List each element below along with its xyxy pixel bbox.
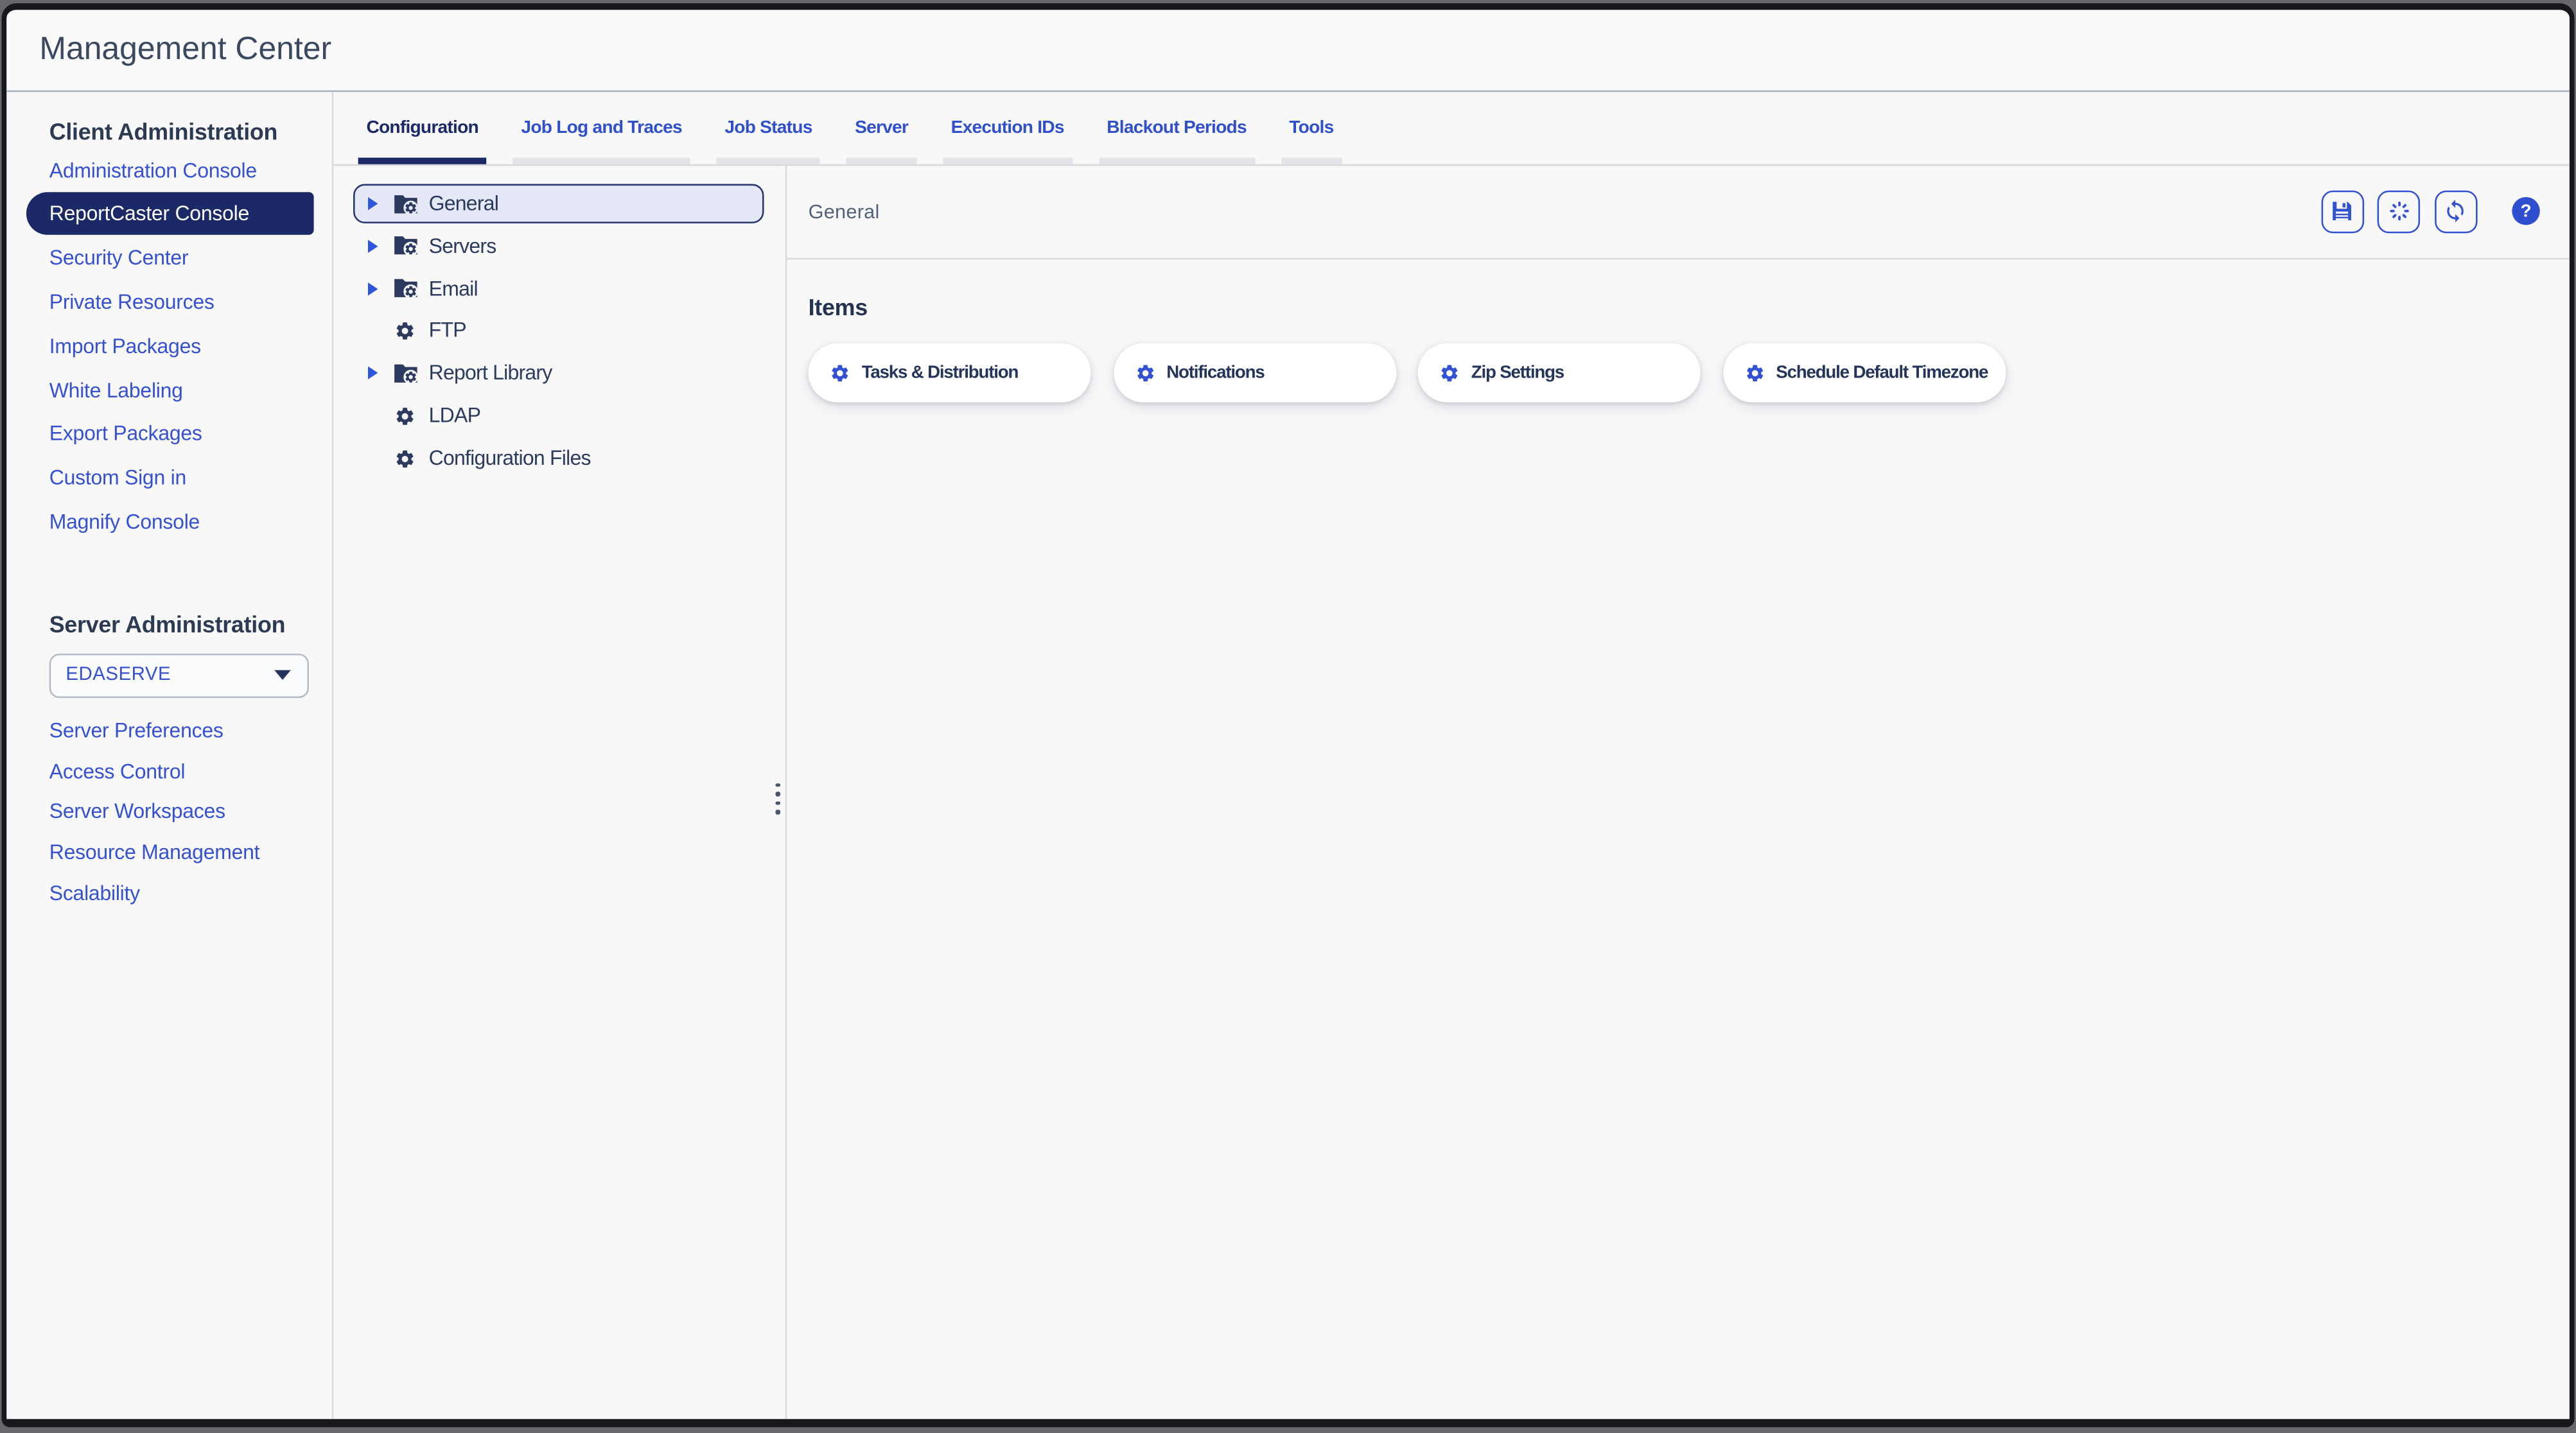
tab-blackout-periods[interactable]: Blackout Periods — [1098, 91, 1254, 164]
configuration-tree: General Servers Email — [333, 165, 787, 1419]
sidebar-item-security-center[interactable]: Security Center — [6, 236, 332, 280]
sidebar-item-custom-sign-in[interactable]: Custom Sign in — [6, 456, 332, 501]
sidebar-item-white-labeling[interactable]: White Labeling — [6, 368, 332, 412]
tab-server[interactable]: Server — [846, 91, 916, 164]
tree-item-label: FTP — [429, 319, 466, 342]
card-schedule-default-timezone[interactable]: Schedule Default Timezone — [1722, 343, 2005, 403]
tree-item-general[interactable]: General — [353, 183, 764, 223]
detail-panel-body: Items Tasks & Distribution Notifications — [787, 259, 2570, 403]
tree-item-label: General — [429, 192, 498, 215]
sidebar: Client Administration Administration Con… — [6, 91, 333, 1419]
tab-job-status[interactable]: Job Status — [717, 91, 821, 164]
app-header: Management Center — [6, 9, 2570, 91]
tab-configuration[interactable]: Configuration — [358, 91, 487, 164]
tree-item-label: Servers — [429, 234, 496, 257]
detail-toolbar: ? — [2320, 190, 2540, 233]
tree-item-servers[interactable]: Servers — [353, 225, 764, 266]
sidebar-item-access-control[interactable]: Access Control — [6, 751, 332, 792]
sidebar-item-scalability[interactable]: Scalability — [6, 873, 332, 913]
sidebar-item-private-resources[interactable]: Private Resources — [6, 280, 332, 324]
card-label: Notifications — [1166, 363, 1264, 383]
chevron-down-icon — [274, 670, 291, 680]
tree-item-label: Report Library — [429, 362, 552, 385]
sidebar-item-server-workspaces[interactable]: Server Workspaces — [6, 792, 332, 832]
tree-item-report-library[interactable]: Report Library — [353, 353, 764, 394]
save-button[interactable] — [2320, 190, 2363, 233]
stage: Management Center Client Administration … — [0, 0, 2576, 1433]
tree-item-configuration-files[interactable]: Configuration Files — [353, 439, 764, 479]
card-zip-settings[interactable]: Zip Settings — [1418, 343, 1701, 403]
card-label: Tasks & Distribution — [862, 363, 1018, 383]
folder-gear-icon — [391, 234, 419, 257]
expand-arrow-icon[interactable] — [368, 367, 389, 379]
gear-icon — [1134, 363, 1155, 383]
client-administration-list: Administration Console ReportCaster Cons… — [6, 149, 332, 545]
body-row: General Servers Email — [333, 165, 2570, 1419]
server-select-value: EDASERVE — [66, 665, 171, 685]
tab-execution-ids[interactable]: Execution IDs — [943, 91, 1073, 164]
items-card-row: Tasks & Distribution Notifications Zip S… — [809, 343, 2570, 403]
sidebar-item-export-packages[interactable]: Export Packages — [6, 412, 332, 456]
sidebar-item-import-packages[interactable]: Import Packages — [6, 324, 332, 368]
folder-gear-icon — [391, 191, 419, 215]
server-administration-list: Server Preferences Access Control Server… — [6, 711, 332, 914]
sidebar-item-resource-management[interactable]: Resource Management — [6, 832, 332, 873]
client-administration-heading: Client Administration — [49, 117, 332, 145]
sidebar-item-administration-console[interactable]: Administration Console — [6, 149, 332, 193]
refresh-button[interactable] — [2434, 190, 2477, 233]
card-label: Schedule Default Timezone — [1776, 363, 1988, 383]
tree-item-email[interactable]: Email — [353, 268, 764, 309]
save-icon — [2329, 199, 2354, 223]
detail-panel: General ? — [787, 165, 2570, 1419]
expand-arrow-icon[interactable] — [368, 282, 389, 295]
server-administration-heading: Server Administration — [49, 611, 332, 638]
gear-icon — [1744, 363, 1764, 383]
detail-panel-header: General ? — [787, 165, 2570, 259]
sidebar-item-server-preferences[interactable]: Server Preferences — [6, 711, 332, 751]
tab-job-log-and-traces[interactable]: Job Log and Traces — [513, 91, 690, 164]
gear-icon — [391, 447, 419, 469]
tree-item-label: Email — [429, 277, 478, 300]
server-administration-section: Server Administration EDASERVE Server Pr… — [6, 611, 332, 914]
panel-splitter-handle[interactable] — [776, 783, 780, 815]
sidebar-item-magnify-console[interactable]: Magnify Console — [6, 501, 332, 545]
items-heading: Items — [809, 294, 2570, 320]
folder-gear-icon — [391, 276, 419, 300]
card-notifications[interactable]: Notifications — [1113, 343, 1396, 403]
gear-icon — [1439, 363, 1460, 383]
refresh-icon — [2443, 199, 2467, 223]
page-title: Management Center — [39, 30, 331, 68]
expand-arrow-icon[interactable] — [368, 239, 389, 252]
busy-spinner-button[interactable] — [2378, 190, 2421, 233]
tree-item-label: LDAP — [429, 404, 481, 428]
card-label: Zip Settings — [1471, 363, 1564, 383]
folder-gear-icon — [391, 361, 419, 385]
expand-arrow-icon[interactable] — [368, 196, 389, 209]
help-button[interactable]: ? — [2512, 198, 2539, 225]
content-column: Configuration Job Log and Traces Job Sta… — [333, 91, 2570, 1419]
gear-icon — [391, 405, 419, 426]
gear-icon — [391, 320, 419, 342]
card-tasks-and-distribution[interactable]: Tasks & Distribution — [809, 343, 1091, 403]
main-area: Client Administration Administration Con… — [6, 91, 2570, 1419]
busy-spinner-icon — [2387, 199, 2411, 223]
detail-panel-title: General — [809, 200, 880, 223]
app-window: Management Center Client Administration … — [2, 3, 2575, 1427]
question-mark-icon: ? — [2520, 202, 2531, 221]
tree-item-ftp[interactable]: FTP — [353, 311, 764, 351]
tab-bar: Configuration Job Log and Traces Job Sta… — [333, 91, 2570, 165]
tree-item-ldap[interactable]: LDAP — [353, 395, 764, 436]
tree-item-label: Configuration Files — [429, 447, 591, 470]
sidebar-item-reportcaster-console[interactable]: ReportCaster Console — [26, 193, 314, 236]
tab-tools[interactable]: Tools — [1281, 91, 1342, 164]
gear-icon — [830, 363, 850, 383]
server-select-dropdown[interactable]: EDASERVE — [49, 653, 309, 697]
